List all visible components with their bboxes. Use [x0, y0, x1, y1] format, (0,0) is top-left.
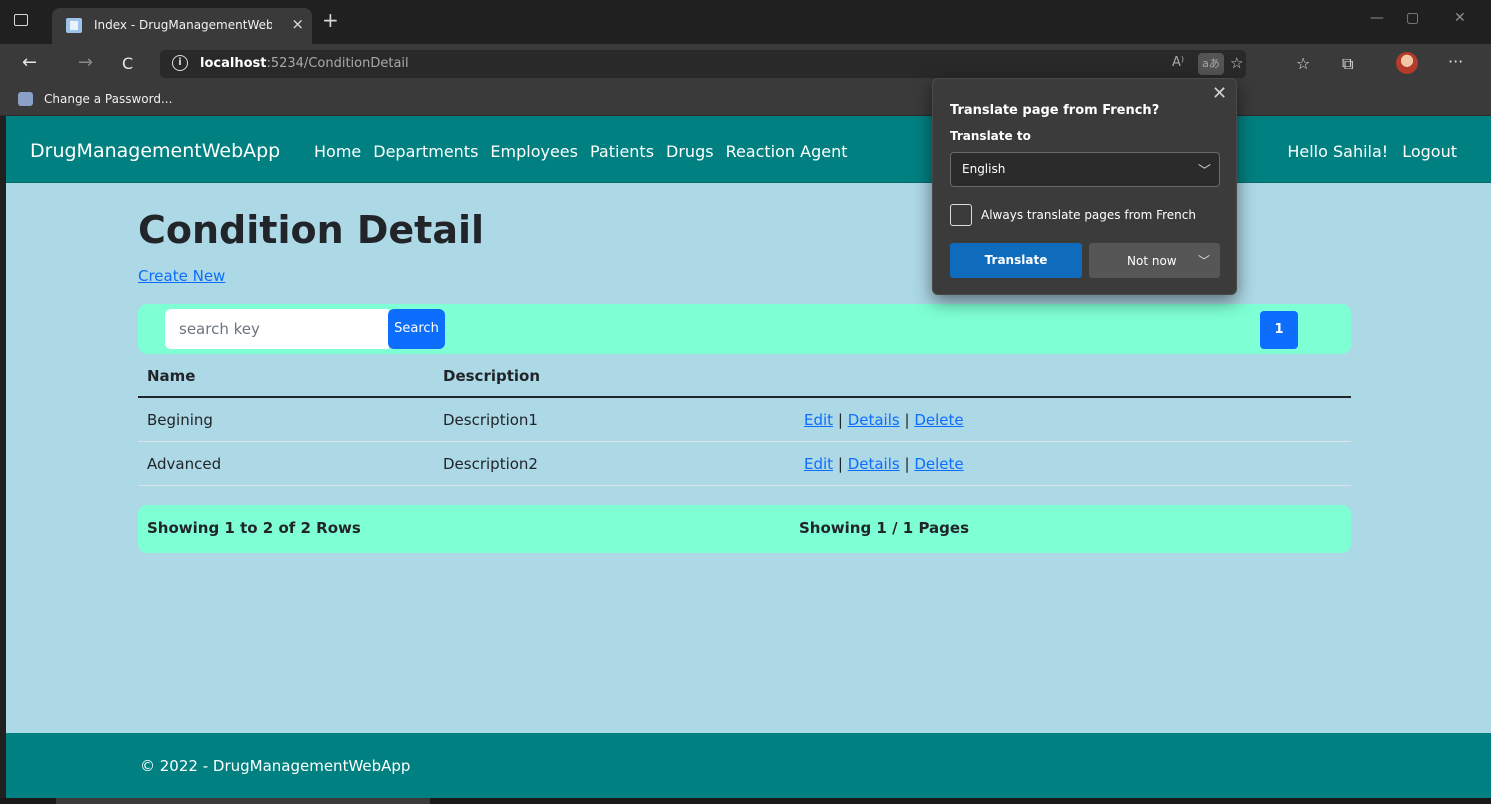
column-header-description: Description [443, 367, 541, 385]
address-bar-row: ← → C i localhost:5234/ConditionDetail A… [0, 44, 1491, 84]
reload-icon[interactable]: C [122, 54, 133, 73]
logout-link[interactable]: Logout [1402, 142, 1457, 161]
app-navbar: DrugManagementWebApp Home Departments Em… [6, 116, 1491, 183]
tab-strip: Index - DrugManagementWebApp × + — ▢ ✕ [0, 0, 1491, 44]
conditions-table: Name Description Begining Description1 E… [138, 354, 1351, 486]
url-text: localhost:5234/ConditionDetail [200, 56, 409, 71]
user-area: Hello Sahila! Logout [1287, 142, 1457, 161]
translate-icon[interactable]: aあ [1198, 53, 1224, 75]
nav-patients[interactable]: Patients [590, 142, 654, 161]
tab-close-icon[interactable]: × [291, 15, 304, 33]
action-separator: | [837, 411, 843, 429]
chevron-down-icon: ﹀ [1197, 164, 1211, 179]
user-greeting[interactable]: Hello Sahila! [1287, 142, 1388, 161]
app-brand[interactable]: DrugManagementWebApp [30, 140, 280, 162]
nav-drugs[interactable]: Drugs [666, 142, 714, 161]
page-title: Condition Detail [138, 208, 485, 252]
edit-link[interactable]: Edit [804, 455, 833, 473]
selected-language: English [962, 162, 1006, 176]
nav-reaction-agent[interactable]: Reaction Agent [726, 142, 848, 161]
window-close-icon[interactable]: ✕ [1454, 10, 1466, 26]
forward-icon[interactable]: → [78, 52, 93, 73]
scrollbar-thumb[interactable] [56, 798, 430, 804]
nav-links: Home Departments Employees Patients Drug… [314, 142, 848, 161]
favorites-icon[interactable]: ☆ [1296, 54, 1310, 73]
tab-actions-icon[interactable] [14, 14, 28, 26]
popup-close-icon[interactable]: ✕ [1212, 83, 1227, 104]
cell-description: Description2 [443, 455, 538, 473]
row-actions: Edit | Details | Delete [804, 455, 964, 473]
action-separator: | [904, 411, 910, 429]
site-info-icon[interactable]: i [172, 55, 188, 71]
copyright-text: © 2022 - DrugManagementWebApp [140, 757, 411, 775]
cell-name: Advanced [147, 455, 222, 473]
bookmark-change-password[interactable]: Change a Password... [44, 92, 172, 106]
not-now-button[interactable]: Not now ﹀ [1089, 243, 1220, 278]
page-1-button[interactable]: 1 [1260, 311, 1298, 349]
url-host: localhost [200, 56, 267, 71]
pages-summary: Showing 1 / 1 Pages [799, 519, 969, 537]
bookmark-icon [18, 92, 33, 106]
browser-window: Index - DrugManagementWebApp × + — ▢ ✕ ←… [0, 0, 1491, 804]
more-menu-icon[interactable]: ··· [1448, 52, 1463, 71]
edit-link[interactable]: Edit [804, 411, 833, 429]
tab-title: Index - DrugManagementWebApp [94, 18, 272, 32]
profile-avatar[interactable] [1396, 52, 1418, 74]
add-favorite-icon[interactable]: ☆ [1230, 54, 1243, 72]
search-button[interactable]: Search [388, 309, 445, 349]
search-toolbar: Search 1 [138, 304, 1351, 354]
action-separator: | [837, 455, 843, 473]
delete-link[interactable]: Delete [914, 455, 963, 473]
page-favicon-icon [66, 18, 82, 33]
restore-icon[interactable]: ▢ [1406, 10, 1419, 26]
not-now-label: Not now [1127, 254, 1177, 268]
details-link[interactable]: Details [848, 455, 900, 473]
pagination-summary-bar: Showing 1 to 2 of 2 Rows Showing 1 / 1 P… [138, 505, 1351, 553]
page-footer: © 2022 - DrugManagementWebApp [6, 733, 1491, 798]
translate-popup: Translate page from French? ✕ Translate … [932, 78, 1237, 295]
minimize-icon[interactable]: — [1370, 10, 1384, 26]
chevron-down-icon[interactable]: ﹀ [1198, 252, 1210, 269]
back-icon[interactable]: ← [22, 52, 37, 73]
nav-employees[interactable]: Employees [490, 142, 578, 161]
cell-description: Description1 [443, 411, 538, 429]
bookmarks-bar: Change a Password... [0, 84, 1491, 116]
translate-to-label: Translate to [950, 129, 1031, 143]
translate-button[interactable]: Translate [950, 243, 1082, 278]
cell-name: Begining [147, 411, 213, 429]
url-field[interactable]: i localhost:5234/ConditionDetail A⁾ aあ ☆ [160, 50, 1246, 78]
table-row: Begining Description1 Edit | Details | D… [138, 398, 1351, 442]
read-aloud-icon[interactable]: A⁾ [1172, 55, 1184, 70]
collections-icon[interactable]: ⧉ [1342, 54, 1353, 74]
delete-link[interactable]: Delete [914, 411, 963, 429]
action-separator: | [904, 455, 910, 473]
search-input[interactable] [165, 309, 389, 349]
nav-departments[interactable]: Departments [373, 142, 478, 161]
nav-home[interactable]: Home [314, 142, 361, 161]
always-translate-checkbox[interactable] [950, 204, 972, 226]
rows-summary: Showing 1 to 2 of 2 Rows [147, 519, 361, 537]
popup-title: Translate page from French? [950, 103, 1160, 118]
url-path: :5234/ConditionDetail [266, 56, 409, 71]
web-page: DrugManagementWebApp Home Departments Em… [6, 116, 1491, 798]
always-translate-label[interactable]: Always translate pages from French [981, 208, 1196, 222]
table-header: Name Description [138, 354, 1351, 398]
details-link[interactable]: Details [848, 411, 900, 429]
bottom-strip [0, 798, 1491, 804]
new-tab-icon[interactable]: + [322, 8, 339, 32]
browser-tab[interactable]: Index - DrugManagementWebApp × [52, 8, 312, 44]
row-actions: Edit | Details | Delete [804, 411, 964, 429]
language-select[interactable]: English ﹀ [950, 152, 1220, 187]
table-row: Advanced Description2 Edit | Details | D… [138, 442, 1351, 486]
column-header-name: Name [147, 367, 196, 385]
create-new-link[interactable]: Create New [138, 267, 225, 285]
